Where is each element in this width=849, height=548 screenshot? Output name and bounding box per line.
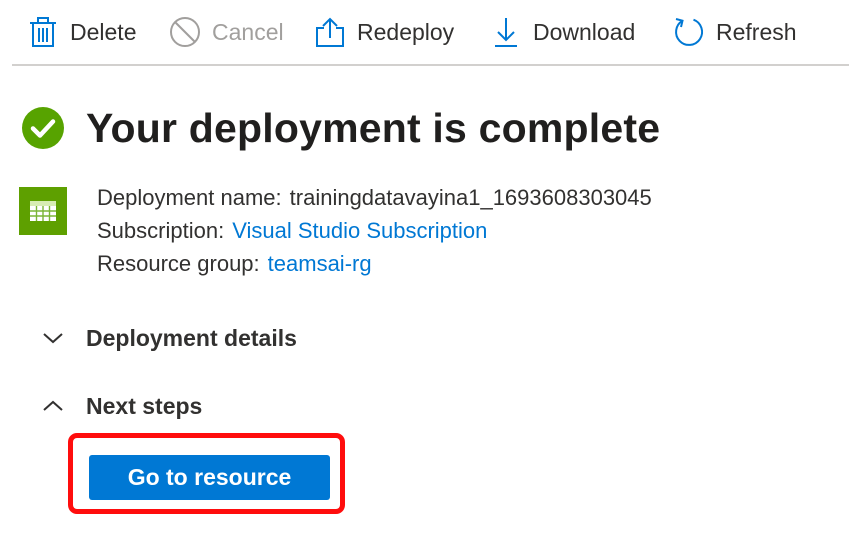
deployment-details-toggle[interactable]: Deployment details <box>40 318 297 358</box>
delete-button[interactable]: Delete <box>26 8 136 56</box>
deployment-name-label: Deployment name: <box>97 185 282 210</box>
command-bar: Delete Cancel Redeploy Download Refresh <box>0 0 849 64</box>
cancel-button[interactable]: Cancel <box>168 8 284 56</box>
cancel-icon <box>168 15 202 49</box>
page-title: Your deployment is complete <box>86 104 661 151</box>
deployment-name-row: Deployment name: trainingdatavayina1_1693… <box>97 181 652 214</box>
next-steps-title: Next steps <box>86 392 203 419</box>
success-check-icon <box>22 107 64 149</box>
redeploy-label: Redeploy <box>357 18 455 45</box>
resource-group-link[interactable]: teamsai-rg <box>268 251 372 276</box>
deployment-details-title: Deployment details <box>86 324 297 351</box>
trash-icon <box>26 15 60 49</box>
next-steps-toggle[interactable]: Next steps <box>40 386 202 426</box>
toolbar-divider <box>12 64 849 66</box>
download-button[interactable]: Download <box>489 8 635 56</box>
download-label: Download <box>533 18 636 45</box>
chevron-up-icon <box>40 393 66 419</box>
deployment-status: Your deployment is complete <box>22 98 660 158</box>
download-icon <box>489 15 523 49</box>
refresh-label: Refresh <box>716 18 797 45</box>
chevron-down-icon <box>40 325 66 351</box>
refresh-button[interactable]: Refresh <box>672 8 797 56</box>
subscription-label: Subscription: <box>97 218 225 243</box>
cancel-label: Cancel <box>212 18 284 45</box>
resource-group-icon <box>19 187 67 235</box>
go-to-resource-button[interactable]: Go to resource <box>89 455 330 500</box>
resource-group-label: Resource group: <box>97 251 260 276</box>
refresh-icon <box>672 15 706 49</box>
deployment-name-value: trainingdatavayina1_1693608303045 <box>289 185 652 210</box>
subscription-link[interactable]: Visual Studio Subscription <box>232 218 487 243</box>
redeploy-button[interactable]: Redeploy <box>313 8 454 56</box>
resource-group-row: Resource group: teamsai-rg <box>97 247 652 280</box>
upload-icon <box>313 15 347 49</box>
subscription-row: Subscription: Visual Studio Subscription <box>97 214 652 247</box>
deployment-info: Deployment name: trainingdatavayina1_1693… <box>97 181 652 280</box>
delete-label: Delete <box>70 18 137 45</box>
